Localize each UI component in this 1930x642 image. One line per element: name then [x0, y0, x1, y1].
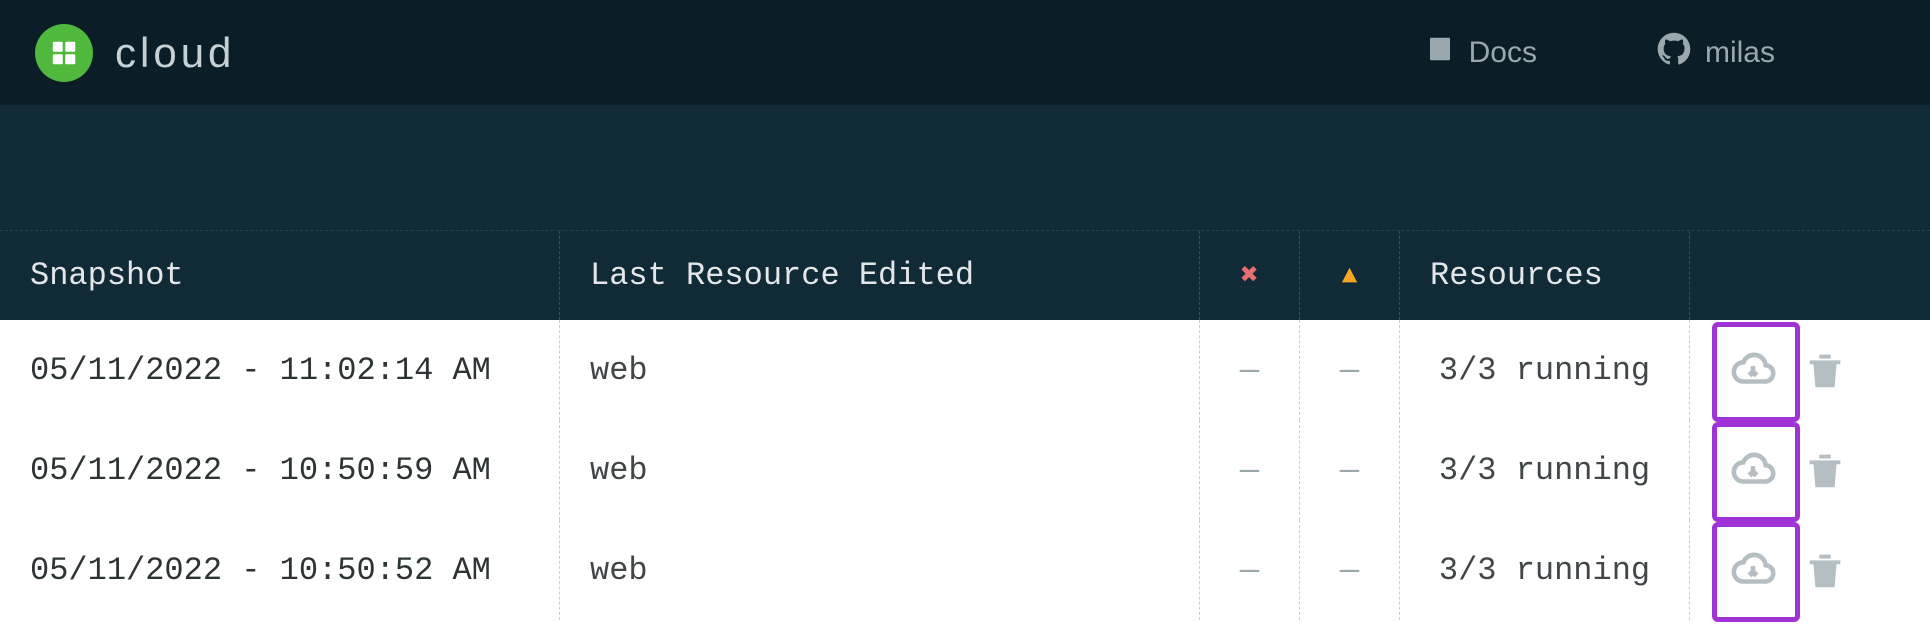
table-header-row: Snapshot Last Resource Edited ✖ ▲ Resour…: [0, 230, 1930, 320]
cell-last-edited: web: [560, 420, 1200, 520]
warning-icon: ▲: [1342, 261, 1358, 291]
table-row: 05/11/2022 - 10:50:59 AM web — — 3/3 run…: [0, 420, 1930, 520]
col-header-snapshot[interactable]: Snapshot: [0, 231, 560, 320]
user-label: milas: [1705, 36, 1775, 70]
docs-link[interactable]: Docs: [1425, 32, 1537, 74]
cell-last-edited: web: [560, 520, 1200, 620]
download-button[interactable]: [1730, 547, 1776, 593]
cell-warnings: —: [1300, 520, 1400, 620]
col-header-resources[interactable]: Resources: [1400, 231, 1690, 320]
brand-logo-icon: [35, 24, 93, 82]
cell-resources: 3/3 running: [1400, 420, 1690, 520]
top-bar: cloud Docs milas: [0, 0, 1930, 105]
cell-resources: 3/3 running: [1400, 320, 1690, 420]
brand-name: cloud: [115, 29, 235, 77]
cell-actions: [1690, 520, 1930, 620]
github-icon: [1657, 32, 1691, 74]
document-icon: [1425, 32, 1455, 74]
table-body: 05/11/2022 - 11:02:14 AM web — — 3/3 run…: [0, 320, 1930, 620]
table-row: 05/11/2022 - 10:50:52 AM web — — 3/3 run…: [0, 520, 1930, 620]
col-header-errors[interactable]: ✖: [1200, 231, 1300, 320]
delete-button[interactable]: [1802, 547, 1848, 593]
user-link[interactable]: milas: [1657, 32, 1775, 74]
cell-actions: [1690, 420, 1930, 520]
cell-snapshot[interactable]: 05/11/2022 - 10:50:59 AM: [0, 420, 560, 520]
cell-warnings: —: [1300, 420, 1400, 520]
col-header-warnings[interactable]: ▲: [1300, 231, 1400, 320]
cell-errors: —: [1200, 520, 1300, 620]
cell-snapshot[interactable]: 05/11/2022 - 11:02:14 AM: [0, 320, 560, 420]
brand[interactable]: cloud: [35, 24, 235, 82]
cell-warnings: —: [1300, 320, 1400, 420]
download-button[interactable]: [1730, 447, 1776, 493]
download-button[interactable]: [1730, 347, 1776, 393]
cell-actions: [1690, 320, 1930, 420]
snapshots-table: Snapshot Last Resource Edited ✖ ▲ Resour…: [0, 230, 1930, 620]
delete-button[interactable]: [1802, 347, 1848, 393]
cell-snapshot[interactable]: 05/11/2022 - 10:50:52 AM: [0, 520, 560, 620]
col-header-actions: [1690, 231, 1930, 320]
error-icon: ✖: [1240, 257, 1258, 294]
cell-errors: —: [1200, 320, 1300, 420]
cell-last-edited: web: [560, 320, 1200, 420]
col-header-last-edited[interactable]: Last Resource Edited: [560, 231, 1200, 320]
table-row: 05/11/2022 - 11:02:14 AM web — — 3/3 run…: [0, 320, 1930, 420]
subheader-area: [0, 105, 1930, 230]
cell-resources: 3/3 running: [1400, 520, 1690, 620]
delete-button[interactable]: [1802, 447, 1848, 493]
cell-errors: —: [1200, 420, 1300, 520]
docs-label: Docs: [1469, 36, 1537, 70]
